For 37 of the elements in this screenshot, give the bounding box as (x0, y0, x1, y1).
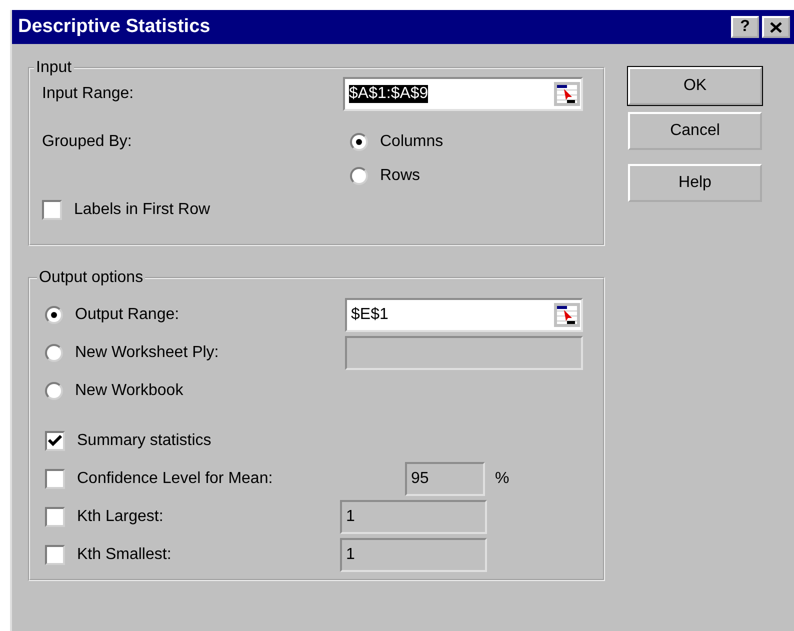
radio-label: Output Range: (75, 306, 180, 324)
dialog-button[interactable]: Cancel (628, 112, 762, 150)
close-button[interactable] (762, 16, 790, 38)
group-title: Input (35, 59, 73, 77)
range-picker-icon[interactable] (553, 302, 581, 328)
input-field[interactable]: $A$1:$A$9 (343, 77, 583, 111)
radio-label: New Worksheet Ply: (75, 344, 219, 362)
dialog-button[interactable]: Help (628, 164, 762, 202)
checkbox-label: Summary statistics (77, 432, 212, 450)
radio-button[interactable] (350, 167, 368, 185)
checkbox[interactable] (45, 507, 65, 527)
radio-label: Columns (380, 133, 444, 151)
checkbox[interactable] (45, 545, 65, 565)
dialog-button[interactable]: OK (628, 67, 762, 105)
checkbox-label: Kth Largest: (77, 508, 164, 526)
checkbox-label: Confidence Level for Mean: (77, 470, 273, 488)
checkmark-icon (48, 435, 62, 447)
radio-label: Rows (380, 167, 420, 185)
range-picker-icon[interactable] (553, 81, 581, 107)
help-button[interactable]: ? (731, 16, 759, 38)
checkbox-label: Kth Smallest: (77, 546, 172, 564)
radio-button[interactable] (45, 382, 63, 400)
input-field[interactable]: $E$1 (345, 298, 583, 332)
checkbox-label: Labels in First Row (74, 201, 210, 219)
field-label: Grouped By: (42, 133, 133, 151)
close-icon (770, 22, 782, 32)
checkbox[interactable] (45, 431, 65, 451)
unit-label: % (495, 470, 510, 488)
group-title: Output options (38, 269, 144, 287)
radio-button[interactable] (45, 344, 63, 362)
radio-label: New Workbook (75, 382, 184, 400)
checkbox[interactable] (42, 200, 62, 220)
radio-button[interactable] (350, 133, 368, 151)
window-title: Descriptive Statistics (18, 16, 212, 38)
checkbox[interactable] (45, 469, 65, 489)
field-label: Input Range: (42, 85, 135, 103)
radio-button[interactable] (45, 306, 63, 324)
